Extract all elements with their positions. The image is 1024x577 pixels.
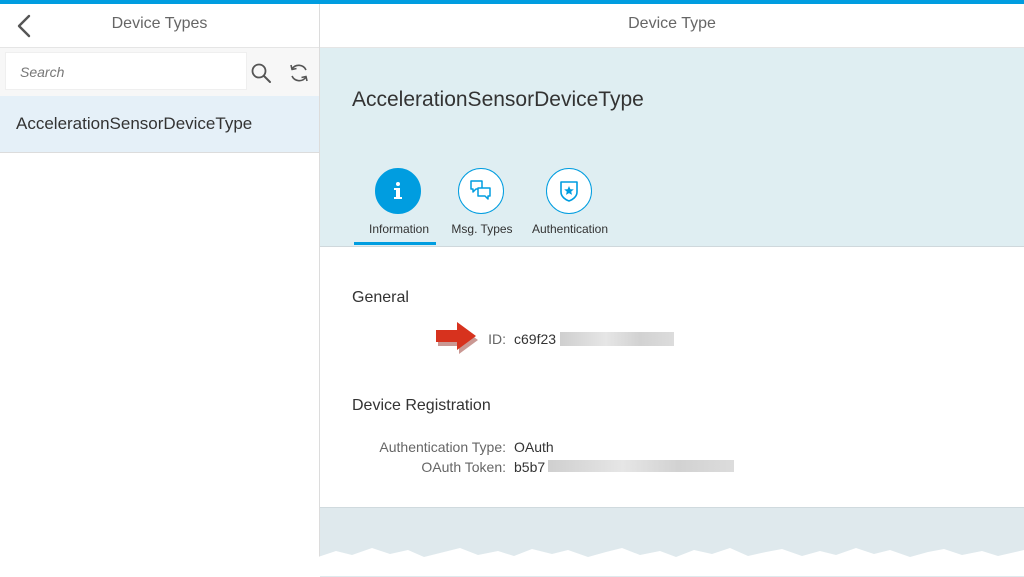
redacted-token [548,460,734,472]
tab-authentication[interactable]: Authentication [525,166,615,246]
refresh-icon[interactable] [288,62,310,84]
detail-content: General ID: c69f23 Device Registration A… [320,247,1024,507]
tab-information[interactable]: Information [354,166,444,246]
message-bubbles-icon [458,168,504,214]
id-value: c69f23 [514,331,557,347]
search-field[interactable] [5,52,247,91]
torn-edge [0,548,1024,576]
section-title-general: General [352,289,409,306]
tab-authentication-label: Authentication [531,222,609,236]
auth-type-value: OAuth [514,439,554,455]
tab-msg-types-label: Msg. Types [451,222,513,236]
search-icon[interactable] [250,62,272,84]
master-pane: Device Types AccelerationSensorDeviceTyp… [0,4,320,576]
tab-msg-types[interactable]: Msg. Types [437,166,527,246]
detail-header: Device Type [320,4,1024,48]
list-item-label: AccelerationSensorDeviceType [16,114,253,133]
search-input[interactable] [18,53,242,91]
detail-pane: Device Type AccelerationSensorDeviceType… [320,4,1024,577]
object-title: AccelerationSensorDeviceType [352,88,644,111]
auth-type-label: Authentication Type: [379,439,506,455]
oauth-token-label: OAuth Token: [421,459,506,475]
section-title-device-registration: Device Registration [352,397,491,414]
master-header: Device Types [0,4,319,48]
back-icon[interactable] [12,13,38,39]
oauth-token-value: b5b7 [514,459,546,475]
list-item-device-type[interactable]: AccelerationSensorDeviceType [0,96,319,153]
redacted-id [560,332,674,346]
master-title: Device Types [111,15,208,32]
object-header: AccelerationSensorDeviceType Information [320,48,1024,247]
detail-title: Device Type [628,15,716,32]
id-label: ID: [488,331,506,347]
info-icon [375,168,421,214]
tab-selected-indicator [354,242,436,245]
tab-information-label: Information [368,222,430,236]
badge-icon [546,168,592,214]
